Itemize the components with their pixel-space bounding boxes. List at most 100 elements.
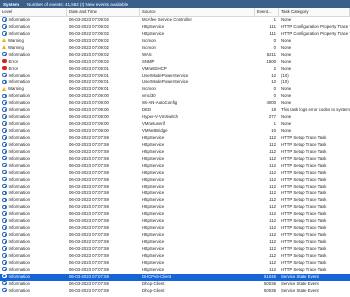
- event-row[interactable]: Information 06-03-2023 07:07:59 HttpServic…: [0, 190, 350, 197]
- event-id: 112: [269, 259, 276, 265]
- event-level: Information: [0, 79, 67, 86]
- event-task-category: HTTP Setup Trace Task: [281, 190, 327, 196]
- event-task-category: None: [281, 100, 292, 106]
- event-date: 06-03-2023 07:07:59: [69, 218, 109, 224]
- information-icon: [2, 31, 7, 36]
- event-date: 06-03-2023 07:07:59: [69, 273, 109, 279]
- information-icon: [2, 149, 7, 154]
- event-task-category: HTTP Configuration Property Trace Task: [281, 23, 350, 29]
- event-level-label: Information: [8, 252, 31, 258]
- event-row[interactable]: Information 06-03-2023 07:09:00 VMNetBridg…: [0, 128, 350, 135]
- event-row[interactable]: Information 06-03-2023 07:09:02 HttpServic…: [0, 24, 350, 31]
- event-source: HttpService: [142, 225, 165, 231]
- event-date: 06-03-2023 07:07:59: [69, 245, 109, 251]
- event-row[interactable]: Information 06-03-2023 07:09:02 HttpServic…: [0, 31, 350, 38]
- event-date: 06-03-2023 07:07:59: [69, 155, 109, 161]
- event-id: 112: [269, 183, 276, 189]
- event-source: HttpService: [142, 197, 165, 203]
- event-row[interactable]: Information 06-03-2023 07:07:59 HttpServic…: [0, 156, 350, 163]
- event-row[interactable]: Information 06-03-2023 07:07:59 HttpServic…: [0, 246, 350, 253]
- event-level-label: Information: [8, 121, 31, 127]
- event-row[interactable]: Information 06-03-2023 07:07:59 HttpServic…: [0, 142, 350, 149]
- column-header-source[interactable]: Source: [140, 8, 255, 16]
- event-row[interactable]: Information 06-03-2023 07:09:00 DED 18 This …: [0, 107, 350, 114]
- event-task-category: HTTP Setup Trace Task: [281, 245, 327, 251]
- event-row[interactable]: Information 06-03-2023 07:09:01 UserModePo…: [0, 73, 350, 80]
- event-row[interactable]: Information 06-03-2023 07:07:59 HttpServic…: [0, 170, 350, 177]
- event-date: 06-03-2023 07:09:02: [69, 58, 109, 64]
- event-row[interactable]: Information 06-03-2023 07:07:59 HttpServic…: [0, 149, 350, 156]
- event-level-label: Information: [8, 190, 31, 196]
- event-row[interactable]: Information 06-03-2023 07:07:59 HttpServic…: [0, 232, 350, 239]
- event-row[interactable]: Error 06-03-2023 07:09:02 SNMP 1500 None: [0, 59, 350, 66]
- column-header-event-id[interactable]: Event...: [255, 8, 279, 16]
- event-source: HttpService: [142, 211, 165, 217]
- event-row[interactable]: Error 06-03-2023 07:09:01 VMnetDHCP 2 None: [0, 66, 350, 73]
- event-row[interactable]: Information 06-03-2023 07:07:59 HttpServic…: [0, 253, 350, 260]
- event-source: DHCPv6-Client: [142, 273, 172, 279]
- event-level: Information: [0, 274, 67, 281]
- event-row[interactable]: Information 06-03-2023 07:09:00 Hyper-V-Vm…: [0, 114, 350, 121]
- event-id: 112: [269, 197, 276, 203]
- log-title: System: [3, 1, 20, 7]
- event-date: 06-03-2023 07:07:59: [69, 211, 109, 217]
- event-row[interactable]: Warning 06-03-2023 07:09:02 Iscmon 0 None: [0, 38, 350, 45]
- event-level: Information: [0, 107, 67, 114]
- event-date: 06-03-2023 07:09:00: [69, 93, 109, 99]
- event-source: HttpService: [142, 148, 165, 154]
- event-row[interactable]: Information 06-03-2023 07:07:59 HttpServic…: [0, 225, 350, 232]
- event-id: 112: [269, 204, 276, 210]
- event-level-label: Warning: [8, 37, 24, 43]
- event-row[interactable]: Information 06-03-2023 07:07:59 HttpServic…: [0, 260, 350, 267]
- event-row[interactable]: Information 06-03-2023 07:09:00 vmci30 0 Non…: [0, 93, 350, 100]
- event-source: UserModePowerService: [142, 79, 189, 85]
- event-row[interactable]: Information 06-03-2023 07:07:59 Dhcp-Clien…: [0, 281, 350, 288]
- event-level: Information: [0, 52, 67, 59]
- event-row[interactable]: Information 06-03-2023 07:09:00 VMnetuseri…: [0, 121, 350, 128]
- event-row[interactable]: Information 06-03-2023 07:07:59 HttpServic…: [0, 135, 350, 142]
- information-icon: [2, 211, 7, 216]
- event-row[interactable]: Warning 06-03-2023 07:09:02 Iscmon 0 None: [0, 45, 350, 52]
- event-level-label: Information: [8, 155, 31, 161]
- event-row[interactable]: Information 06-03-2023 07:07:59 HttpServic…: [0, 177, 350, 184]
- event-level: Information: [0, 114, 67, 121]
- event-date: 06-03-2023 07:09:00: [69, 128, 109, 133]
- event-level: Information: [0, 100, 67, 107]
- event-row[interactable]: Information 06-03-2023 07:07:59 HttpServic…: [0, 267, 350, 274]
- event-row[interactable]: Information 06-03-2023 07:07:59 HttpServic…: [0, 204, 350, 211]
- event-id: 112: [269, 169, 276, 175]
- event-row[interactable]: Information 06-03-2023 07:09:00 Wi-AN-Auto…: [0, 100, 350, 107]
- event-level-label: Warning: [8, 44, 24, 50]
- event-id: 10: [271, 128, 276, 133]
- event-row[interactable]: Information 06-03-2023 07:07:59 Dhcp-Clien…: [0, 288, 350, 295]
- event-row[interactable]: Information 06-03-2023 07:07:59 HttpServic…: [0, 218, 350, 225]
- event-row[interactable]: Information 06-03-2023 07:07:59 HttpServic…: [0, 184, 350, 191]
- event-source: HttpService: [142, 162, 165, 168]
- column-header-task-category[interactable]: Task Category: [279, 8, 350, 16]
- event-row[interactable]: Warning 06-03-2023 07:09:01 Iscmon 0 None: [0, 86, 350, 93]
- event-row[interactable]: Information 06-03-2023 07:09:02 McAfee Ser…: [0, 17, 350, 24]
- event-date: 06-03-2023 07:09:00: [69, 107, 109, 113]
- event-list: Information 06-03-2023 07:09:02 McAfee Ser…: [0, 17, 350, 295]
- event-level-label: Information: [8, 197, 31, 203]
- column-header-level[interactable]: Level: [0, 8, 67, 16]
- event-id: 112: [269, 252, 276, 258]
- warning-icon: [2, 45, 6, 50]
- event-row[interactable]: Information 06-03-2023 07:07:59 DHCPv6-Cli…: [0, 273, 350, 281]
- event-level: Information: [0, 204, 67, 211]
- event-row[interactable]: Information 06-03-2023 07:07:59 HttpServic…: [0, 239, 350, 246]
- event-row[interactable]: Information 06-03-2023 07:07:59 HttpServic…: [0, 211, 350, 218]
- information-icon: [2, 287, 7, 293]
- event-id: 5211: [266, 51, 276, 57]
- event-level: Information: [0, 246, 67, 253]
- event-date: 06-03-2023 07:09:02: [69, 23, 109, 29]
- event-row[interactable]: Information 06-03-2023 07:07:59 HttpServic…: [0, 163, 350, 170]
- event-row[interactable]: Information 06-03-2023 07:09:01 UserModePo…: [0, 79, 350, 86]
- event-task-category: HTTP Setup Trace Task: [281, 225, 327, 231]
- event-level: Information: [0, 177, 67, 184]
- event-row[interactable]: Information 06-03-2023 07:09:02 WAS 5211 Non…: [0, 52, 350, 59]
- event-row[interactable]: Information 06-03-2023 07:07:59 HttpServic…: [0, 197, 350, 204]
- column-header-date[interactable]: Date and Time: [67, 8, 140, 16]
- event-date: 06-03-2023 07:07:59: [69, 134, 109, 140]
- event-level: Information: [0, 218, 67, 225]
